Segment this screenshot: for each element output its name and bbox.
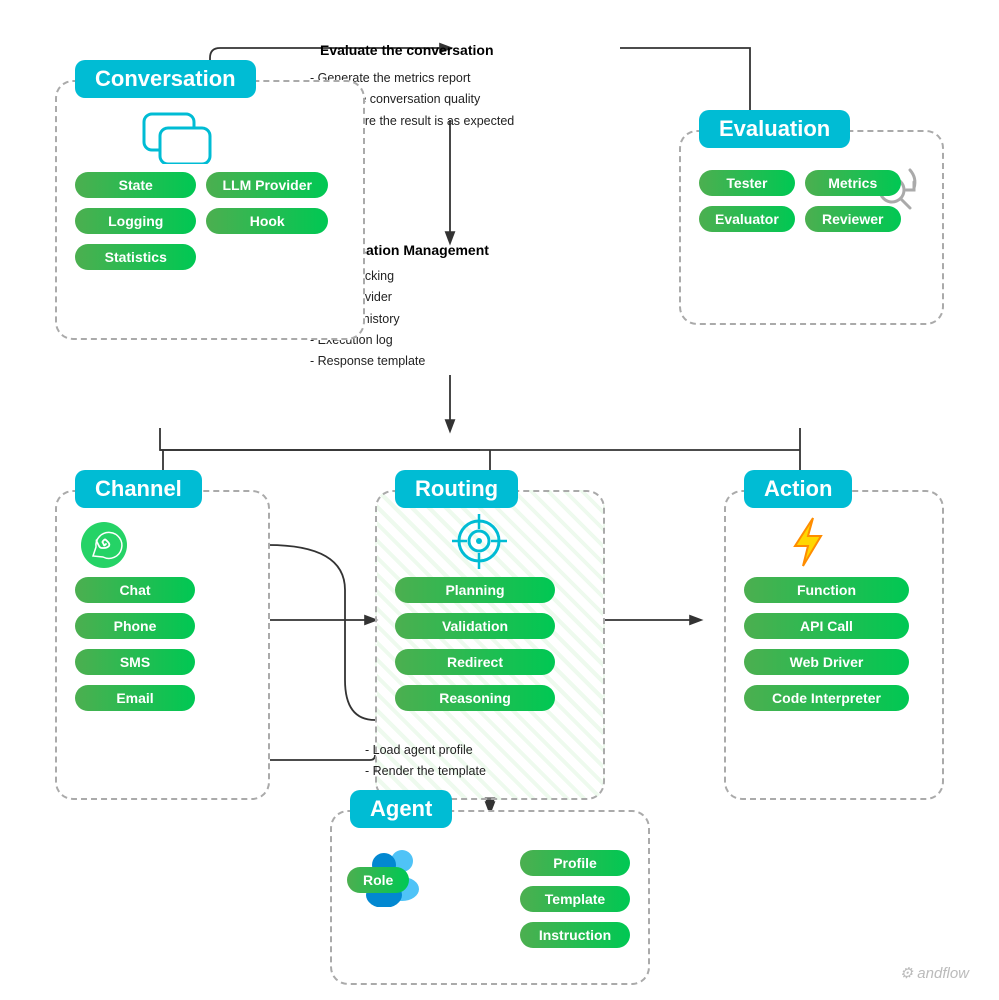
agent-box: Agent Role Profile Template Instruction <box>330 810 650 985</box>
role-pill[interactable]: Role <box>347 867 409 893</box>
diagram: Evaluate the conversation - Generate the… <box>0 0 999 1000</box>
logging-pill[interactable]: Logging <box>75 208 196 234</box>
validation-pill[interactable]: Validation <box>395 613 555 639</box>
channel-header: Channel <box>75 470 202 508</box>
action-pills: Function API Call Web Driver Code Interp… <box>744 577 909 711</box>
agent-load-item-1: - Load agent profile <box>365 740 486 761</box>
whatsapp-icon <box>79 520 129 575</box>
api-call-pill[interactable]: API Call <box>744 613 909 639</box>
statistics-pill[interactable]: Statistics <box>75 244 196 270</box>
evaluation-box: Evaluation Tester Metrics Evaluator Revi… <box>679 130 944 325</box>
routing-pills: Planning Validation Redirect Reasoning <box>395 577 555 711</box>
state-pill[interactable]: State <box>75 172 196 198</box>
conv-mgmt-item-5: - Response template <box>310 351 425 372</box>
chat-pill[interactable]: Chat <box>75 577 195 603</box>
profile-pill[interactable]: Profile <box>520 850 630 876</box>
function-pill[interactable]: Function <box>744 577 909 603</box>
instruction-pill[interactable]: Instruction <box>520 922 630 948</box>
phone-pill[interactable]: Phone <box>75 613 195 639</box>
redirect-pill[interactable]: Redirect <box>395 649 555 675</box>
email-pill[interactable]: Email <box>75 685 195 711</box>
action-box: Action Function API Call Web Driver Code… <box>724 490 944 800</box>
agent-load-text: - Load agent profile - Render the templa… <box>365 740 486 783</box>
evaluate-title: Evaluate the conversation <box>320 42 494 58</box>
metrics-pill[interactable]: Metrics <box>805 170 901 196</box>
evaluation-header: Evaluation <box>699 110 850 148</box>
web-driver-pill[interactable]: Web Driver <box>744 649 909 675</box>
hook-pill[interactable]: Hook <box>206 208 327 234</box>
agent-header: Agent <box>350 790 452 828</box>
planning-pill[interactable]: Planning <box>395 577 555 603</box>
chat-icon <box>142 112 212 169</box>
code-interpreter-pill[interactable]: Code Interpreter <box>744 685 909 711</box>
evaluation-pills: Tester Metrics Evaluator Reviewer <box>699 170 901 232</box>
agent-right-pills: Profile Template Instruction <box>520 850 630 948</box>
routing-target-icon <box>452 514 507 574</box>
conversation-header: Conversation <box>75 60 256 98</box>
lightning-icon <box>781 514 836 574</box>
reviewer-pill[interactable]: Reviewer <box>805 206 901 232</box>
agent-load-item-2: - Render the template <box>365 761 486 782</box>
evaluator-pill[interactable]: Evaluator <box>699 206 795 232</box>
sms-pill[interactable]: SMS <box>75 649 195 675</box>
llm-provider-pill[interactable]: LLM Provider <box>206 172 327 198</box>
channel-pills: Chat Phone SMS Email <box>75 577 195 711</box>
channel-box: Channel Chat Phone SMS Email <box>55 490 270 800</box>
routing-header: Routing <box>395 470 518 508</box>
action-header: Action <box>744 470 852 508</box>
conversation-box: Conversation State LLM Provider Logging … <box>55 80 365 340</box>
tester-pill[interactable]: Tester <box>699 170 795 196</box>
template-pill[interactable]: Template <box>520 886 630 912</box>
agent-left-pills: Role <box>347 867 409 893</box>
watermark: ⚙ andflow <box>900 964 969 982</box>
reasoning-pill[interactable]: Reasoning <box>395 685 555 711</box>
conversation-pills: State LLM Provider Logging Hook Statisti… <box>75 172 328 270</box>
